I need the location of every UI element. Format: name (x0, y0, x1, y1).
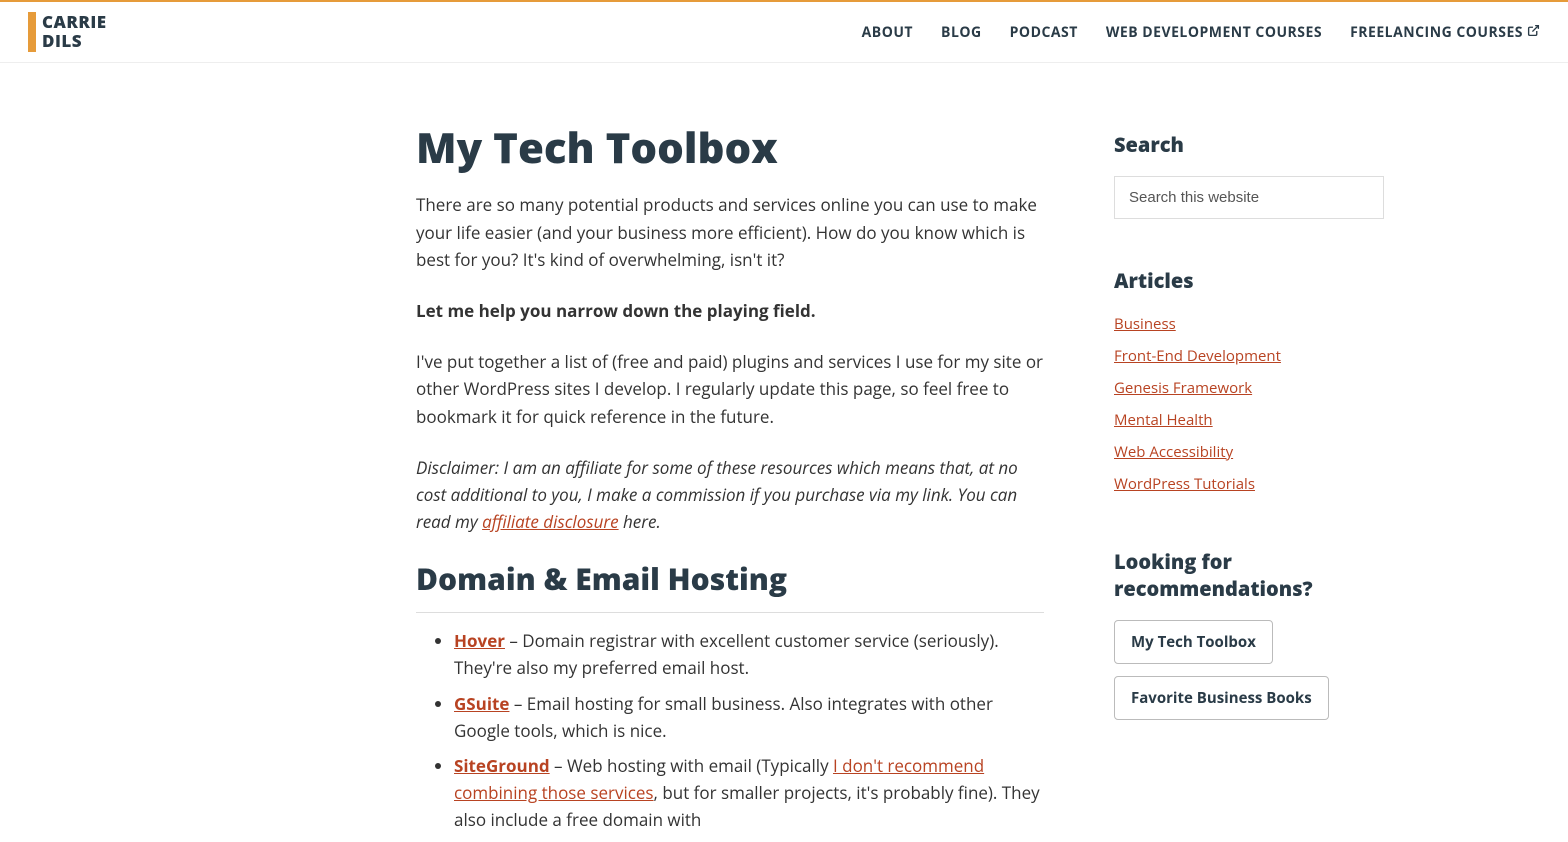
articles-heading: Articles (1114, 267, 1384, 294)
search-heading: Search (1114, 131, 1384, 158)
article-link-accessibility[interactable]: Web Accessibility (1114, 442, 1233, 462)
lead-bold-line: Let me help you narrow down the playing … (416, 297, 1044, 324)
list-item-text: – Email hosting for small business. Also… (454, 692, 993, 742)
nav-about[interactable]: ABOUT (862, 23, 913, 42)
logo-line2: DILS (42, 29, 82, 52)
siteground-link[interactable]: SiteGround (454, 754, 550, 777)
paragraph-2: I've put together a list of (free and pa… (416, 348, 1044, 430)
recommendation-buttons: My Tech Toolbox Favorite Business Books (1114, 620, 1384, 732)
sidebar: Search Articles Business Front-End Devel… (1114, 123, 1384, 842)
nav-web-dev-courses[interactable]: WEB DEVELOPMENT COURSES (1106, 23, 1322, 42)
list-item: Mental Health (1114, 408, 1384, 430)
article-link-mental-health[interactable]: Mental Health (1114, 410, 1213, 430)
logo-text: CARRIE DILS (42, 13, 107, 50)
disclaimer-paragraph: Disclaimer: I am an affiliate for some o… (416, 454, 1044, 536)
nav-podcast[interactable]: PODCAST (1010, 23, 1078, 42)
hover-link[interactable]: Hover (454, 629, 505, 652)
gsuite-link[interactable]: GSuite (454, 692, 509, 715)
logo-accent-bar (28, 12, 36, 52)
primary-nav: ABOUT BLOG PODCAST WEB DEVELOPMENT COURS… (862, 23, 1540, 42)
article-category-list: Business Front-End Development Genesis F… (1114, 312, 1384, 494)
list-item: SiteGround – Web hosting with email (Typ… (454, 752, 1044, 834)
article-link-genesis[interactable]: Genesis Framework (1114, 378, 1252, 398)
site-header: CARRIE DILS ABOUT BLOG PODCAST WEB DEVEL… (0, 2, 1568, 63)
list-item: GSuite – Email hosting for small busines… (454, 690, 1044, 744)
list-item-pre: – Web hosting with email (Typically (550, 754, 833, 777)
article-link-business[interactable]: Business (1114, 314, 1176, 334)
recommendations-heading: Looking for recommendations? (1114, 548, 1384, 602)
page-container: My Tech Toolbox There are so many potent… (144, 63, 1424, 842)
list-item: Genesis Framework (1114, 376, 1384, 398)
nav-freelancing-label: FREELANCING COURSES (1350, 23, 1523, 42)
list-item: WordPress Tutorials (1114, 472, 1384, 494)
nav-blog[interactable]: BLOG (941, 23, 982, 42)
external-link-icon (1527, 23, 1540, 41)
rec-button-books[interactable]: Favorite Business Books (1114, 676, 1329, 720)
hosting-list: Hover – Domain registrar with excellent … (416, 627, 1044, 833)
main-content: My Tech Toolbox There are so many potent… (416, 123, 1044, 842)
rec-button-toolbox[interactable]: My Tech Toolbox (1114, 620, 1273, 664)
list-item-text: – Domain registrar with excellent custom… (454, 629, 999, 679)
article-link-wordpress[interactable]: WordPress Tutorials (1114, 474, 1255, 494)
nav-freelancing-courses[interactable]: FREELANCING COURSES (1350, 23, 1540, 42)
section-heading-domain-email: Domain & Email Hosting (416, 559, 1044, 613)
affiliate-disclosure-link[interactable]: affiliate disclosure (482, 510, 619, 533)
disclaimer-post: here. (619, 510, 661, 533)
site-logo[interactable]: CARRIE DILS (28, 12, 107, 52)
page-title: My Tech Toolbox (416, 123, 1044, 173)
list-item: Business (1114, 312, 1384, 334)
article-link-frontend[interactable]: Front-End Development (1114, 346, 1281, 366)
search-input[interactable] (1114, 176, 1384, 219)
list-item: Web Accessibility (1114, 440, 1384, 462)
list-item: Front-End Development (1114, 344, 1384, 366)
list-item: Hover – Domain registrar with excellent … (454, 627, 1044, 681)
intro-paragraph: There are so many potential products and… (416, 191, 1044, 273)
